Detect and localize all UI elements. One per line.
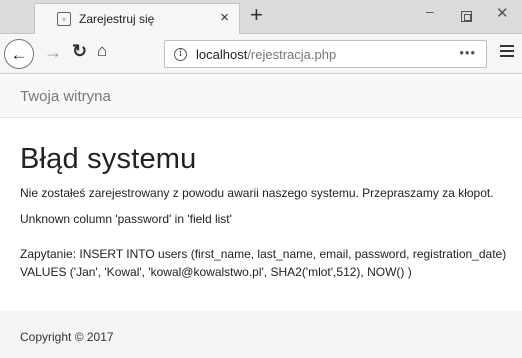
page-actions-icon[interactable]: ••• [459,46,476,59]
minimize-icon[interactable]: – [426,4,434,18]
browser-tab[interactable]: ▫ Zarejestruj się × [34,3,240,34]
query-line-1: Zapytanie: INSERT INTO users (first_name… [20,247,507,261]
error-message: Nie zostałeś zarejestrowany z powodu awa… [20,186,494,200]
site-header: Twoja witryna [0,75,522,118]
url-path: /rejestracja.php [247,46,337,62]
window-close-icon[interactable]: ✕ [496,6,509,21]
site-footer: Copyright © 2017 [0,311,522,358]
url-host: localhost [196,46,248,62]
url-text[interactable]: localhost/rejestracja.php [196,47,336,62]
info-icon[interactable]: i [174,47,187,61]
tab-title: Zarejestruj się [79,12,155,26]
reload-icon[interactable]: ↻ [72,42,87,60]
hamburger-menu-icon[interactable] [500,45,514,59]
forward-arrow-icon[interactable]: → [44,43,62,61]
page-icon: ▫ [57,12,71,26]
site-brand-link[interactable]: Twoja witryna [20,88,111,105]
copyright-text: Copyright © 2017 [20,330,114,344]
main-content: Błąd systemu Nie zostałeś zarejestrowany… [20,142,520,279]
home-icon[interactable]: ⌂ [97,42,107,59]
maximize-icon[interactable] [461,11,472,22]
query-line-2: VALUES ('Jan', 'Kowal', 'kowal@kowalstwo… [20,265,412,279]
new-tab-icon[interactable]: + [250,4,263,26]
database-error: Unknown column 'password' in 'field list… [20,212,232,226]
address-bar[interactable]: i localhost/rejestracja.php ••• [164,40,487,68]
back-arrow-icon[interactable]: ← [4,39,34,69]
tab-close-icon[interactable]: × [220,10,229,25]
tab-bar: ▫ Zarejestruj się × + – ✕ [0,0,522,34]
page-title: Błąd systemu [20,143,197,175]
navigation-toolbar: ← → ↻ ⌂ i localhost/rejestracja.php ••• [0,34,522,74]
